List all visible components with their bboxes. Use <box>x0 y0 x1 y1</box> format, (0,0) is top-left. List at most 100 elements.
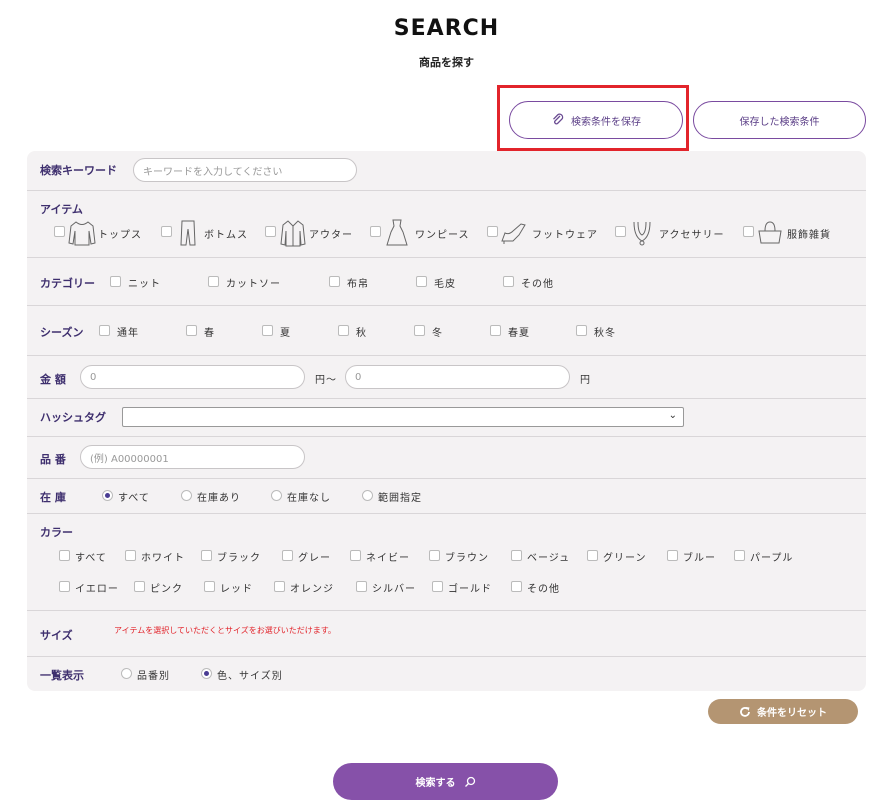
color-checkbox[interactable] <box>59 581 70 592</box>
item-option-tops: トップス <box>98 230 142 241</box>
footwear-icon <box>501 223 526 244</box>
color-option: その他 <box>527 584 560 595</box>
color-option: イエロー <box>75 584 119 595</box>
stock-option-all: すべて <box>118 493 150 504</box>
product-no-row: 品 番 (例) A00000001 <box>27 437 866 479</box>
category-label: カテゴリー <box>40 277 95 290</box>
product-no-input[interactable]: (例) A00000001 <box>80 445 305 469</box>
season-option-summer: 夏 <box>280 328 291 339</box>
item-checkbox-tops[interactable] <box>54 226 65 237</box>
season-option-autumn: 秋 <box>356 328 367 339</box>
category-row: カテゴリー ニット カットソー 布帛 毛皮 その他 <box>27 258 866 306</box>
reset-button[interactable]: 条件をリセット <box>708 699 858 724</box>
color-checkbox[interactable] <box>125 550 136 561</box>
category-checkbox-knit[interactable] <box>110 276 121 287</box>
refresh-icon <box>740 706 750 717</box>
display-row: 一覧表示 品番別 色、サイズ別 <box>27 657 866 691</box>
color-checkbox[interactable] <box>282 550 293 561</box>
saved-searches-label: 保存した検索条件 <box>739 116 820 128</box>
stock-option-outofstock: 在庫なし <box>287 493 331 504</box>
keyword-input[interactable]: キーワードを入力してください <box>133 158 357 182</box>
color-checkbox[interactable] <box>134 581 145 592</box>
season-row: シーズン 通年 春 夏 秋 冬 春夏 秋冬 <box>27 306 866 356</box>
season-label: シーズン <box>40 326 84 339</box>
season-checkbox-spring[interactable] <box>186 325 197 336</box>
color-checkbox[interactable] <box>667 550 678 561</box>
hashtag-select[interactable]: ⌄ <box>122 407 684 427</box>
color-option: パープル <box>750 553 794 564</box>
item-option-bottoms: ボトムス <box>204 230 248 241</box>
price-max-input[interactable]: 0 <box>345 365 570 389</box>
category-checkbox-woven[interactable] <box>329 276 340 287</box>
item-checkbox-footwear[interactable] <box>487 226 498 237</box>
color-option: ゴールド <box>448 584 492 595</box>
price-row: 金 額 0 円～ 0 円 <box>27 356 866 399</box>
season-option-springsummer: 春夏 <box>508 328 530 339</box>
outer-icon <box>280 220 306 247</box>
color-checkbox[interactable] <box>274 581 285 592</box>
color-checkbox[interactable] <box>204 581 215 592</box>
color-checkbox[interactable] <box>201 550 212 561</box>
display-radio-byproduct[interactable] <box>121 668 132 679</box>
keyword-row: 検索キーワード キーワードを入力してください <box>27 151 866 191</box>
size-row: サイズ アイテムを選択していただくとサイズをお選びいただけます。 <box>27 611 866 657</box>
color-checkbox[interactable] <box>356 581 367 592</box>
season-checkbox-summer[interactable] <box>262 325 273 336</box>
item-option-footwear: フットウェア <box>532 230 598 241</box>
display-label: 一覧表示 <box>40 669 84 682</box>
chevron-down-icon: ⌄ <box>668 410 677 421</box>
item-checkbox-bottoms[interactable] <box>161 226 172 237</box>
stock-option-instock: 在庫あり <box>197 493 241 504</box>
stock-radio-outofstock[interactable] <box>271 490 282 501</box>
color-checkbox[interactable] <box>432 581 443 592</box>
category-checkbox-cutsew[interactable] <box>208 276 219 287</box>
item-row: アイテム トップス ボトムス アウター ワンピース フットウェア アクセサリー … <box>27 191 866 258</box>
save-search-button[interactable]: 検索条件を保存 <box>509 101 683 139</box>
reset-label: 条件をリセット <box>757 708 827 719</box>
season-checkbox-autumn[interactable] <box>338 325 349 336</box>
color-option: ホワイト <box>141 553 185 564</box>
color-option: レッド <box>220 584 253 595</box>
season-checkbox-allyear[interactable] <box>99 325 110 336</box>
save-search-label: 検索条件を保存 <box>571 116 641 128</box>
stock-label: 在 庫 <box>40 491 66 504</box>
price-unit-end: 円 <box>580 375 591 386</box>
color-option: ベージュ <box>527 553 571 564</box>
search-form-panel: 検索キーワード キーワードを入力してください アイテム トップス ボトムス アウ… <box>27 151 866 691</box>
display-radio-bycolorsize[interactable] <box>201 668 212 679</box>
search-button[interactable]: 検索する <box>333 763 558 800</box>
color-option: グレー <box>298 553 331 564</box>
item-checkbox-goods[interactable] <box>743 226 754 237</box>
color-checkbox[interactable] <box>511 550 522 561</box>
stock-radio-instock[interactable] <box>181 490 192 501</box>
category-checkbox-other[interactable] <box>503 276 514 287</box>
item-checkbox-accessory[interactable] <box>615 226 626 237</box>
goods-icon <box>758 221 782 244</box>
color-checkbox[interactable] <box>429 550 440 561</box>
color-option: ブルー <box>683 553 716 564</box>
item-checkbox-outer[interactable] <box>265 226 276 237</box>
season-checkbox-autumnwinter[interactable] <box>576 325 587 336</box>
hashtag-label: ハッシュタグ <box>40 411 106 424</box>
color-checkbox[interactable] <box>59 550 70 561</box>
color-checkbox[interactable] <box>734 550 745 561</box>
color-checkbox[interactable] <box>350 550 361 561</box>
category-option-fur: 毛皮 <box>434 279 456 290</box>
color-checkbox[interactable] <box>511 581 522 592</box>
season-checkbox-winter[interactable] <box>414 325 425 336</box>
accessory-icon <box>633 221 651 246</box>
stock-radio-all[interactable] <box>102 490 113 501</box>
price-min-input[interactable]: 0 <box>80 365 305 389</box>
season-checkbox-springsummer[interactable] <box>490 325 501 336</box>
color-option: ブラウン <box>445 553 489 564</box>
stock-radio-range[interactable] <box>362 490 373 501</box>
season-option-winter: 冬 <box>432 328 443 339</box>
item-checkbox-onepiece[interactable] <box>370 226 381 237</box>
category-option-woven: 布帛 <box>347 279 369 290</box>
category-checkbox-fur[interactable] <box>416 276 427 287</box>
color-option: すべて <box>75 553 107 564</box>
color-checkbox[interactable] <box>587 550 598 561</box>
search-label: 検索する <box>415 778 456 789</box>
saved-searches-button[interactable]: 保存した検索条件 <box>693 101 866 139</box>
price-unit-mid: 円～ <box>315 375 337 386</box>
